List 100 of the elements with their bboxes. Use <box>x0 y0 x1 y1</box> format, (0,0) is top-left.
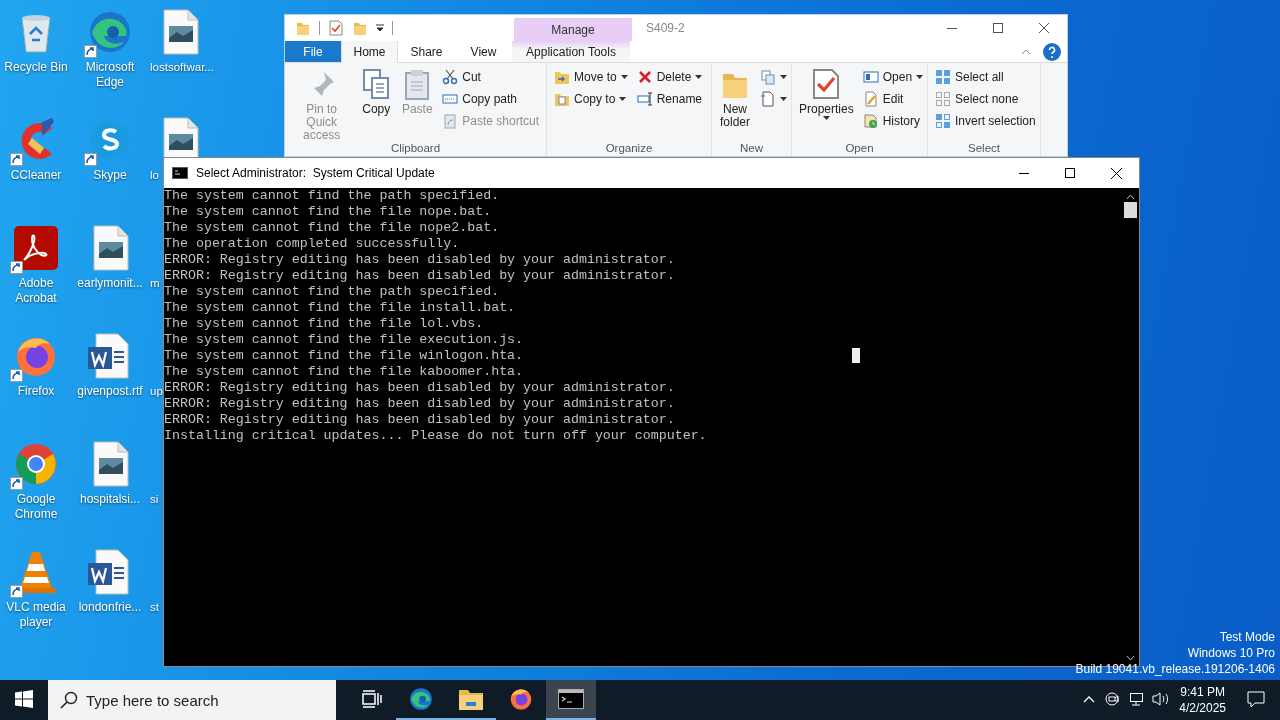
text-cursor <box>852 348 860 363</box>
desktop-icon-label[interactable]: Recycle Bin <box>4 60 68 75</box>
select-all-icon <box>935 69 951 85</box>
ribbon-button[interactable]: New folder <box>716 66 754 142</box>
close-icon <box>1039 23 1049 34</box>
rename-icon <box>636 91 653 107</box>
desktop-icon-label[interactable]: CCleaner <box>10 168 62 183</box>
shortcut-arrow-icon <box>84 153 97 166</box>
select-none-icon <box>935 91 951 107</box>
taskbar-app-button[interactable] <box>546 680 596 720</box>
window-title: Select Administrator: System Critical Update <box>196 166 436 180</box>
ribbon-tab[interactable]: Home <box>341 41 398 63</box>
ribbon-group-label: Select <box>967 142 1001 156</box>
desktop-icon-label[interactable]: Skype <box>93 168 127 183</box>
desktop-icon-label[interactable]: si <box>148 492 159 507</box>
scrollbar-thumb[interactable] <box>1124 202 1137 218</box>
clock-time[interactable]: 9:41 PM <box>1180 684 1225 700</box>
console-output-line: The system cannot find the path specified. <box>164 284 500 300</box>
minimize-icon <box>1019 172 1029 174</box>
desktop-icon-label[interactable]: Google Chrome <box>0 492 72 522</box>
terminal-icon <box>172 167 188 179</box>
scroll-down-icon[interactable] <box>1126 655 1135 661</box>
shortcut-arrow-icon <box>84 45 97 58</box>
console-output-line: The system cannot find the path specified. <box>164 188 500 204</box>
console-output-line: The system cannot find the file nope.bat. <box>164 204 492 220</box>
desktop-icon-label[interactable]: earlymonit... <box>77 276 143 291</box>
ribbon-button[interactable]: Select none <box>932 88 1039 110</box>
caret-icon <box>780 75 787 79</box>
ribbon-button[interactable]: Copy <box>357 66 396 142</box>
console-output-line: ERROR: Registry editing has been disabled by your administrator. <box>164 252 675 268</box>
ribbon-button[interactable]: Select all <box>932 66 1039 88</box>
ribbon-button[interactable]: Rename <box>633 88 706 110</box>
desktop-icon-label[interactable]: givenpost.rtf <box>77 384 143 399</box>
desktop-icon-label[interactable]: Microsoft Edge <box>74 60 146 90</box>
folder-icon <box>352 20 368 37</box>
ribbon-button[interactable]: Open <box>859 66 927 88</box>
console-output-line: The system cannot find the file install.bat. <box>164 300 516 316</box>
console-output-line: ERROR: Registry editing has been disabled by your administrator. <box>164 268 675 284</box>
move-folder-icon <box>554 69 570 85</box>
ribbon-button[interactable]: Cut <box>439 66 542 88</box>
caret-icon <box>916 75 924 79</box>
ribbon-tab[interactable]: File <box>285 41 341 62</box>
desktop-icon-label[interactable]: lo <box>148 168 159 183</box>
collapse-ribbon-icon[interactable] <box>1021 48 1031 55</box>
document-icon <box>760 91 776 107</box>
desktop-icon-label[interactable]: up <box>148 384 163 399</box>
search-field[interactable]: Type here to search <box>48 680 336 720</box>
ribbon-button[interactable]: Edit <box>859 88 927 110</box>
console-output-line: ERROR: Registry editing has been disabled by your administrator. <box>164 396 675 412</box>
maximize-icon <box>1065 168 1075 178</box>
console-output-line: The operation completed successfully. <box>164 236 460 252</box>
paste-shortcut-icon <box>442 113 459 129</box>
edit-icon <box>862 91 879 107</box>
desktop-icon-label[interactable]: Adobe Acrobat <box>0 276 72 306</box>
desktop-icon-label[interactable]: st <box>148 600 159 615</box>
ribbon-button[interactable]: Properties <box>796 66 857 142</box>
desktop-icon-label[interactable]: Firefox <box>17 384 55 399</box>
close-icon <box>1110 167 1122 179</box>
help-icon[interactable] <box>1043 42 1061 61</box>
clock-date[interactable]: 4/2/2025 <box>1179 700 1226 716</box>
delete-icon <box>636 69 653 85</box>
caret-icon <box>780 97 787 101</box>
desktop-icon-label[interactable]: m <box>148 276 160 291</box>
desktop-icon-label[interactable]: hospitalsi... <box>80 492 140 507</box>
camera-icon <box>1105 691 1122 707</box>
open-icon <box>862 69 879 85</box>
ribbon-tab[interactable]: Application Tools <box>512 41 630 62</box>
copy-folder-icon <box>554 91 570 107</box>
new-item-icon <box>760 69 776 85</box>
ribbon-button[interactable]: Delete <box>633 66 706 88</box>
console-output-line: ERROR: Registry editing has been disabled by your administrator. <box>164 380 675 396</box>
ribbon-button[interactable]: Invert selection <box>932 110 1039 132</box>
console-output-line: The system cannot find the file kaboomer.hta. <box>164 364 524 380</box>
speaker-icon <box>1152 691 1171 707</box>
caret-up-icon <box>1083 695 1096 703</box>
scroll-up-icon[interactable] <box>1126 194 1135 200</box>
ribbon-button[interactable]: History <box>859 110 927 132</box>
system-watermark-text: Build 19041.vb_release.191206-1406 <box>1075 661 1275 677</box>
contextual-tab-header: Manage <box>514 18 632 42</box>
window-title: S409-2 <box>646 21 686 36</box>
caret-icon <box>822 116 830 120</box>
desktop-icon-label[interactable]: londonfrie... <box>78 600 142 615</box>
customize-caret-icon[interactable] <box>376 24 384 33</box>
ribbon-button[interactable]: Copy path <box>439 88 542 110</box>
desktop-icon-label[interactable]: lostsoftwar... <box>148 60 214 75</box>
shortcut-arrow-icon <box>10 585 23 598</box>
path-icon <box>442 91 459 107</box>
scissors-icon <box>442 69 459 85</box>
ribbon-button[interactable]: Move to <box>551 66 631 88</box>
ribbon-group-label: Open <box>844 142 875 156</box>
system-watermark-text: Test Mode <box>1219 629 1275 645</box>
ribbon-button[interactable]: Copy to <box>551 88 631 110</box>
folder-icon <box>458 687 484 711</box>
history-icon <box>862 113 879 129</box>
shortcut-arrow-icon <box>10 369 23 382</box>
desktop-icon-label[interactable]: VLC media player <box>0 600 72 630</box>
caret-icon <box>695 75 703 79</box>
search-icon <box>60 691 78 709</box>
console-output-line: ERROR: Registry editing has been disabled by your administrator. <box>164 412 675 428</box>
terminal-icon <box>558 689 584 709</box>
